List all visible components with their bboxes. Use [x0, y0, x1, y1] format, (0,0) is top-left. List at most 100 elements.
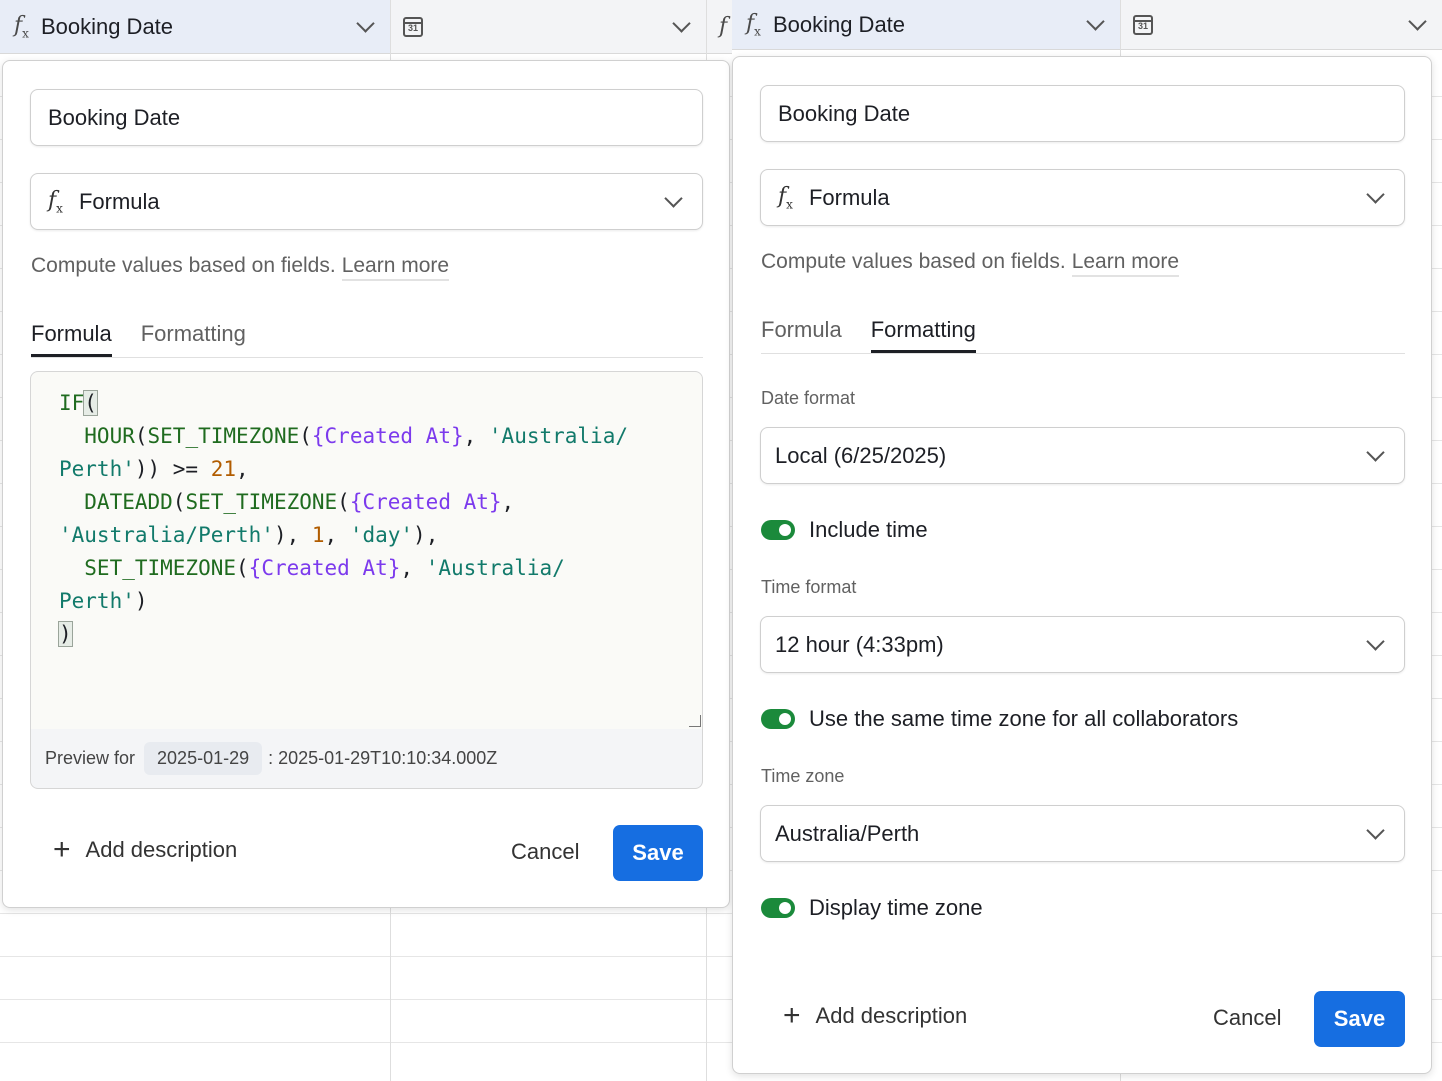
learn-more-link[interactable]: Learn more	[1071, 250, 1180, 277]
display-time-zone-label: Display time zone	[809, 895, 983, 920]
time-zone-label: Time zone	[761, 766, 845, 786]
add-description-button[interactable]: + Add description	[53, 833, 237, 867]
formula-icon: fx	[14, 12, 29, 41]
chevron-down-icon	[1366, 185, 1385, 204]
formula-token: ,	[324, 523, 350, 547]
hint-text: Compute values based on fields.	[31, 254, 336, 277]
column-header-title: Booking Date	[772, 11, 906, 37]
field-type-label: Formula	[78, 188, 160, 214]
date-format-label: Date format	[761, 388, 856, 408]
formula-token: {Created At}	[248, 556, 401, 580]
formula-token: (	[337, 490, 350, 514]
chevron-down-icon	[664, 189, 683, 208]
formula-token: )	[58, 621, 73, 647]
cancel-button[interactable]: Cancel	[511, 839, 579, 865]
formula-token: ),	[273, 523, 312, 547]
column-header-formula-partial[interactable]: f	[707, 0, 732, 54]
chevron-down-icon	[1366, 632, 1385, 651]
chevron-down-icon	[1366, 821, 1385, 840]
include-time-toggle[interactable]	[761, 520, 795, 540]
field-name-input[interactable]: Booking Date	[30, 89, 703, 146]
save-button[interactable]: Save	[613, 825, 703, 881]
formula-token: )	[134, 589, 148, 613]
column-header-booking-date[interactable]: fx Booking Date	[0, 0, 390, 54]
plus-icon: +	[783, 999, 801, 1032]
formula-icon: fx	[746, 10, 761, 39]
formula-token: HOUR	[59, 424, 135, 448]
include-time-row: Include time	[761, 517, 928, 543]
formula-code-line: DATEADD(SET_TIMEZONE({Created At},	[59, 486, 702, 519]
chevron-down-icon[interactable]	[672, 14, 691, 33]
chevron-down-icon[interactable]	[1408, 12, 1427, 31]
formula-token: ,	[236, 457, 249, 481]
time-format-select[interactable]: 12 hour (4:33pm)	[760, 616, 1405, 673]
add-description-label: Add description	[815, 1003, 968, 1028]
time-zone-select[interactable]: Australia/Perth	[760, 805, 1405, 862]
resize-handle[interactable]	[689, 715, 701, 727]
formula-token: {Created At}	[311, 424, 464, 448]
formula-code-line: Perth')) >= 21,	[59, 453, 702, 486]
column-header-title: Booking Date	[40, 13, 174, 39]
chevron-down-icon	[1366, 443, 1385, 462]
same-time-zone-row: Use the same time zone for all collabora…	[761, 706, 1238, 732]
formula-editor[interactable]: IF( HOUR(SET_TIMEZONE({Created At}, 'Aus…	[30, 371, 703, 730]
formula-code-line: HOUR(SET_TIMEZONE({Created At}, 'Austral…	[59, 420, 702, 453]
preview-record-chip[interactable]: 2025-01-29	[144, 742, 263, 775]
field-type-hint: Compute values based on fields. Learn mor…	[31, 254, 450, 281]
formula-token: {Created At}	[349, 490, 502, 514]
formula-token: IF	[59, 391, 85, 415]
display-time-zone-toggle[interactable]	[761, 898, 795, 918]
field-name-input[interactable]: Booking Date	[760, 85, 1405, 142]
chevron-down-icon[interactable]	[1086, 12, 1105, 31]
column-header-date[interactable]: 31	[391, 0, 706, 54]
tab-formula[interactable]: Formula	[761, 317, 842, 353]
formula-token: ,	[501, 490, 515, 514]
display-time-zone-row: Display time zone	[761, 895, 983, 921]
tab-formula[interactable]: Formula	[31, 321, 112, 357]
formula-code-line: Perth')	[59, 585, 702, 618]
save-button[interactable]: Save	[1314, 991, 1405, 1047]
formula-code-line: 'Australia/Perth'), 1, 'day'),	[59, 519, 702, 552]
formula-icon: fx	[778, 183, 793, 212]
add-description-button[interactable]: + Add description	[783, 999, 967, 1033]
formula-token: Perth'	[59, 589, 135, 613]
add-description-label: Add description	[85, 837, 238, 862]
editor-tabs: Formula Formatting	[761, 317, 1405, 354]
formula-token: SET_TIMEZONE	[59, 556, 237, 580]
formula-token: 'day'	[349, 523, 414, 547]
editor-tabs: Formula Formatting	[31, 321, 703, 358]
field-type-select[interactable]: fx Formula	[760, 169, 1405, 226]
field-name-value: Booking Date	[48, 104, 181, 130]
formula-token: (	[236, 556, 249, 580]
date-format-value: Local (6/25/2025)	[775, 442, 947, 468]
formula-token: (	[134, 424, 148, 448]
cancel-button[interactable]: Cancel	[1213, 1005, 1281, 1031]
field-editor-panel-formula: Booking Date fx Formula Compute values b…	[2, 60, 730, 908]
field-type-select[interactable]: fx Formula	[30, 173, 703, 230]
formula-token: (	[299, 424, 312, 448]
formula-token: ,	[463, 424, 489, 448]
formula-token: 'Australia/	[488, 424, 628, 448]
hint-text: Compute values based on fields.	[761, 250, 1066, 273]
formula-token: SET_TIMEZONE	[147, 424, 300, 448]
column-header-booking-date[interactable]: fx Booking Date	[732, 0, 1120, 50]
preview-label: Preview for	[45, 748, 136, 768]
column-header-date[interactable]: 31	[1121, 0, 1442, 50]
chevron-down-icon[interactable]	[356, 14, 375, 33]
calendar-icon: 31	[403, 16, 423, 37]
formula-code-line: )	[58, 618, 702, 651]
same-time-zone-toggle[interactable]	[761, 709, 795, 729]
tab-formatting[interactable]: Formatting	[141, 321, 246, 357]
formula-code-line: IF(	[59, 387, 702, 420]
same-time-zone-label: Use the same time zone for all collabora…	[809, 706, 1239, 731]
field-name-value: Booking Date	[778, 100, 911, 126]
field-editor-panel-formatting: Booking Date fx Formula Compute values b…	[732, 56, 1432, 1074]
formula-token: (	[172, 490, 186, 514]
formula-token: (	[83, 390, 98, 416]
formula-token: ),	[413, 523, 439, 547]
date-format-select[interactable]: Local (6/25/2025)	[760, 427, 1405, 484]
tab-formatting[interactable]: Formatting	[870, 317, 976, 353]
formula-token: Perth'	[59, 457, 135, 481]
learn-more-link[interactable]: Learn more	[341, 254, 450, 281]
time-zone-value: Australia/Perth	[775, 820, 920, 846]
